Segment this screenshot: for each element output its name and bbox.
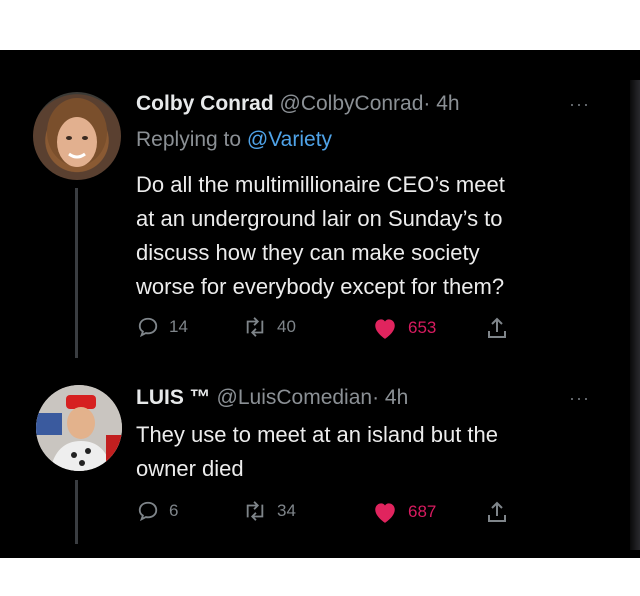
- retweet-count: 34: [277, 501, 296, 520]
- user-handle[interactable]: @ColbyConrad: [280, 92, 424, 115]
- tweet-header: Colby Conrad @ColbyConrad· 4h: [136, 92, 460, 116]
- tweet-text-line: worse for everybody except for them?: [136, 274, 505, 299]
- retweet-count: 40: [277, 317, 296, 336]
- like-icon: [375, 319, 395, 339]
- retweet-button[interactable]: 34: [243, 500, 296, 522]
- display-name[interactable]: Colby Conrad: [136, 92, 274, 115]
- more-options-icon[interactable]: ···: [569, 94, 590, 115]
- like-button[interactable]: 687: [372, 500, 436, 524]
- like-icon: [375, 503, 395, 523]
- timestamp[interactable]: · 4h: [423, 92, 459, 115]
- tweet-text-line: Do all the multimillionaire CEO’s meet: [136, 172, 505, 197]
- tweet-text: They use to meet at an island but the ow…: [136, 418, 596, 486]
- reply-button[interactable]: 6: [137, 500, 178, 522]
- user-handle[interactable]: @LuisComedian: [217, 386, 373, 409]
- tweet-text-line: owner died: [136, 456, 244, 481]
- reply-count: 14: [169, 317, 188, 336]
- tweet-text-line: at an underground lair on Sunday’s to: [136, 206, 503, 231]
- tweet-thread-screenshot: Colby Conrad @ColbyConrad· 4h ··· Replyi…: [0, 50, 640, 558]
- more-options-icon[interactable]: ···: [569, 388, 590, 409]
- reply-icon: [138, 501, 158, 522]
- retweet-icon: [246, 501, 264, 521]
- share-icon: [488, 501, 506, 522]
- tweet-text: Do all the multimillionaire CEO’s meet a…: [136, 168, 606, 304]
- avatar[interactable]: [36, 385, 122, 471]
- display-name[interactable]: LUIS ™: [136, 386, 211, 409]
- like-count: 687: [408, 502, 437, 521]
- reply-icon: [138, 317, 158, 338]
- tweet-header: LUIS ™ @LuisComedian· 4h: [136, 386, 408, 410]
- avatar[interactable]: [33, 92, 121, 180]
- tweet-text-line: discuss how they can make society: [136, 240, 480, 265]
- share-button[interactable]: [486, 316, 508, 340]
- share-button[interactable]: [486, 500, 508, 524]
- like-count: 653: [408, 318, 437, 337]
- like-button[interactable]: 653: [372, 316, 436, 340]
- replying-to: Replying to @Variety: [136, 128, 332, 152]
- retweet-button[interactable]: 40: [243, 316, 296, 338]
- thread-connector: [75, 188, 78, 358]
- timestamp[interactable]: · 4h: [372, 386, 408, 409]
- share-icon: [488, 317, 506, 338]
- tweet-text-line: They use to meet at an island but the: [136, 422, 499, 447]
- replying-handle-link[interactable]: @Variety: [247, 128, 332, 151]
- thread-connector: [75, 480, 78, 544]
- reply-button[interactable]: 14: [137, 316, 188, 338]
- retweet-icon: [246, 317, 264, 337]
- replying-label: Replying to: [136, 128, 242, 151]
- reply-count: 6: [169, 501, 179, 520]
- scroll-edge: [630, 80, 640, 550]
